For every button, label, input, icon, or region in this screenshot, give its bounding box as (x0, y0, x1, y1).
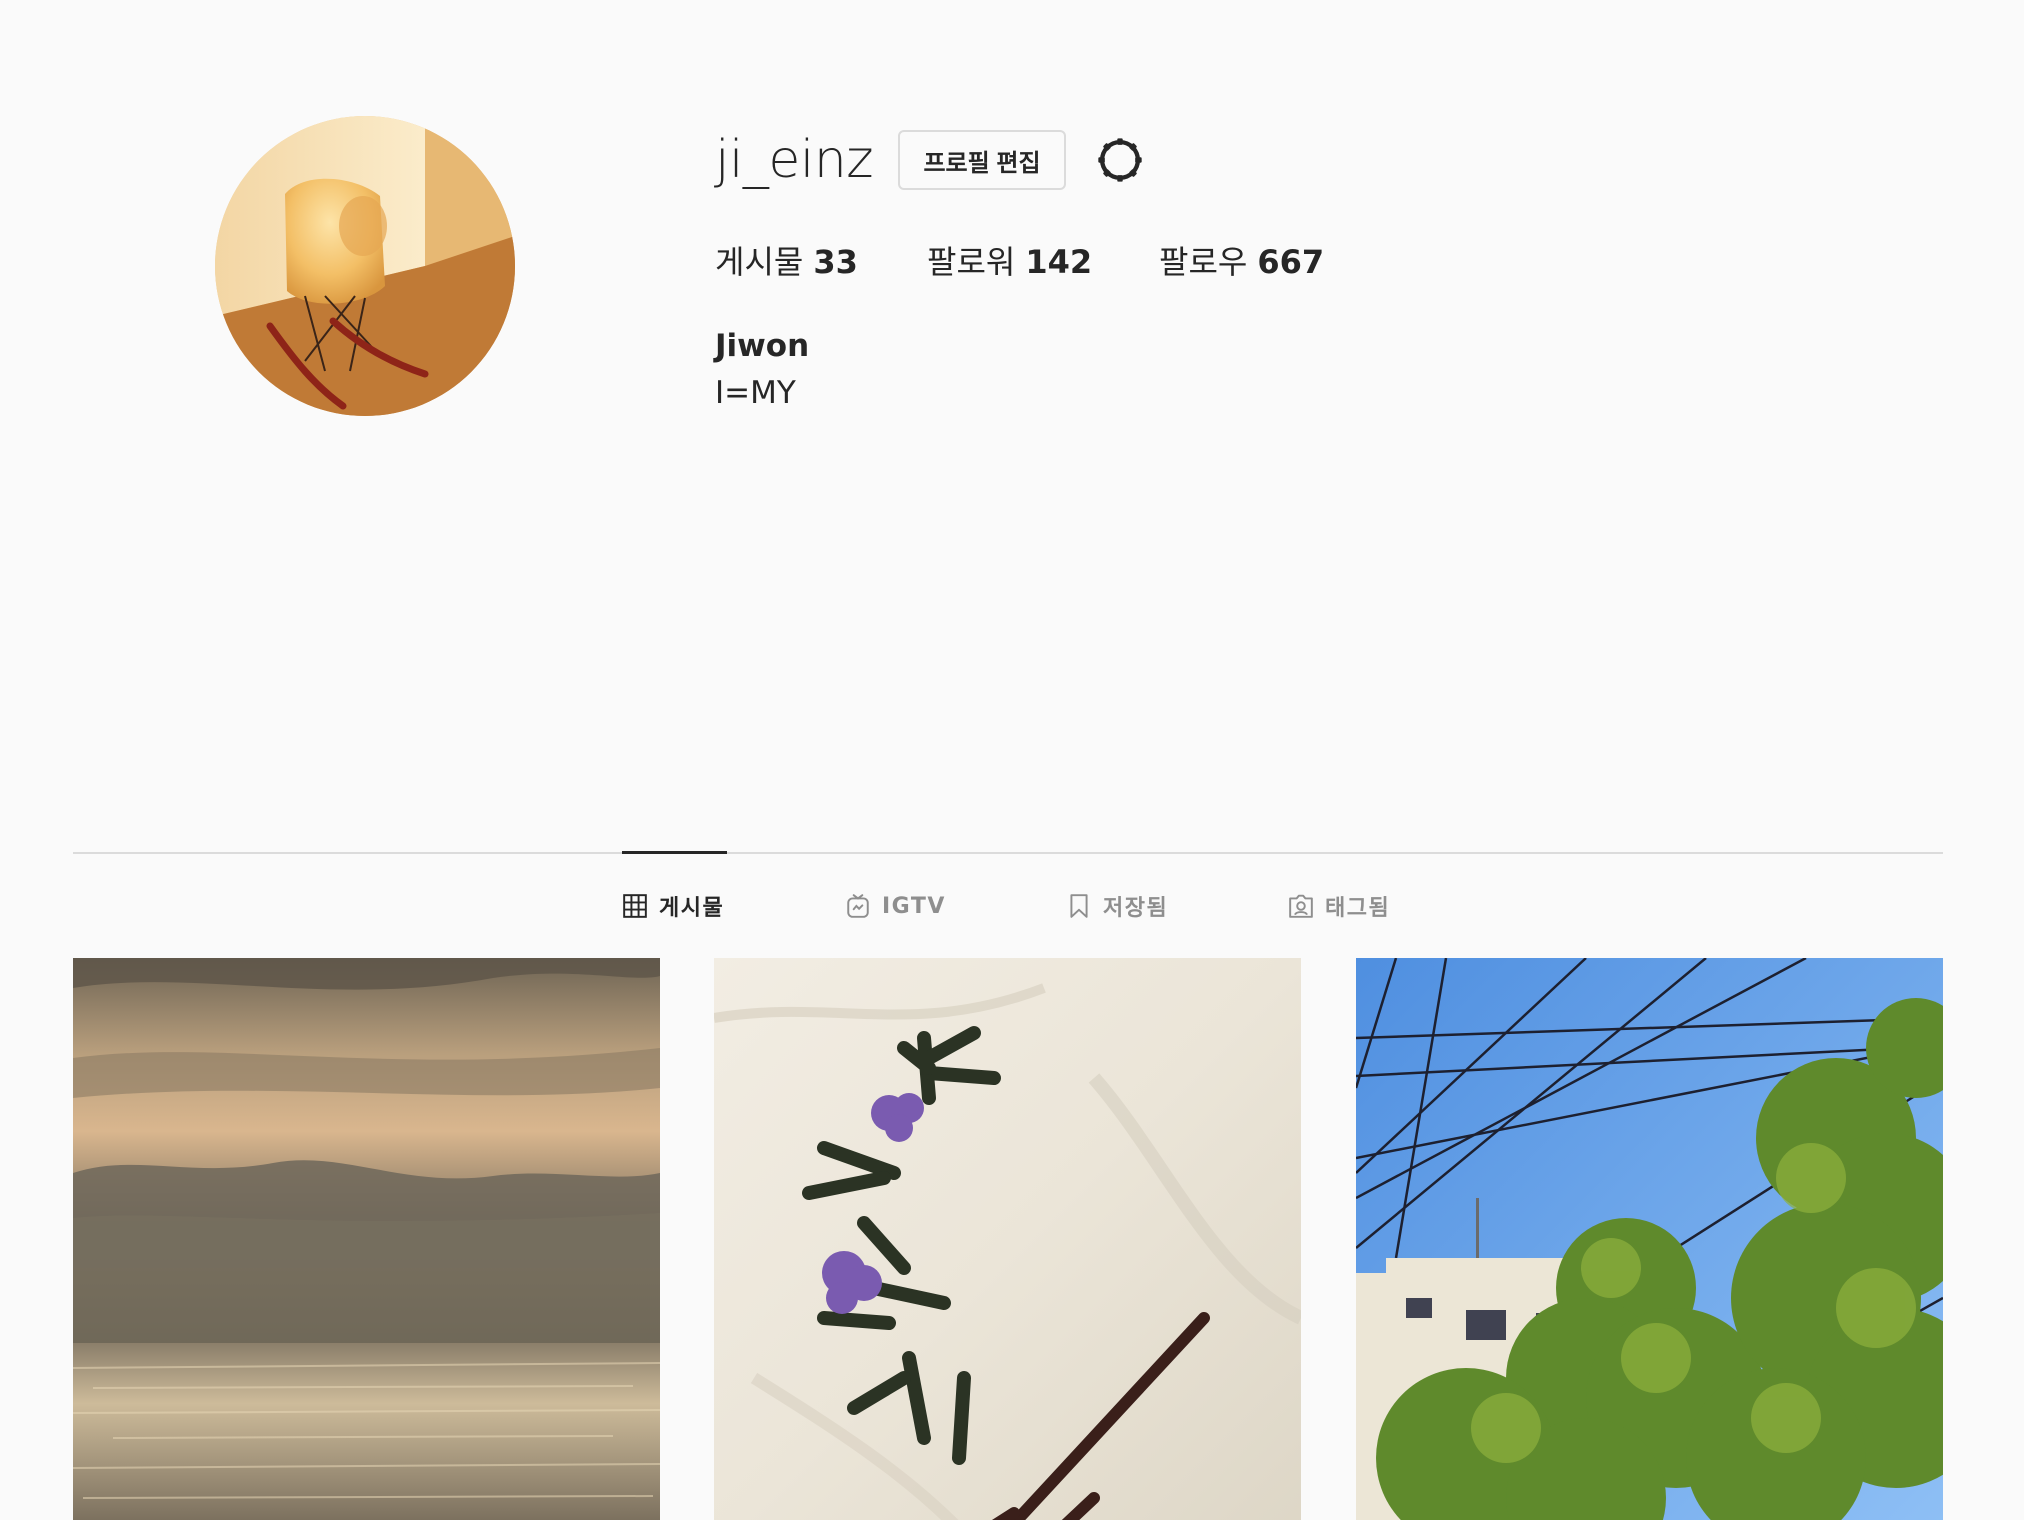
post-thumbnail[interactable] (73, 958, 660, 1520)
posts-count: 33 (813, 243, 858, 281)
settings-button[interactable] (1094, 134, 1146, 186)
followers-stat[interactable]: 팔로워 142 (927, 240, 1159, 284)
post-thumbnail[interactable] (714, 958, 1301, 1520)
igtv-icon (847, 894, 869, 918)
sea-sunset-photo (73, 958, 660, 1520)
profile-stats: 게시물 33 팔로워 142 팔로우 667 (715, 240, 1324, 284)
post-thumbnail[interactable] (1356, 958, 1943, 1520)
profile-tabs: 게시물 IGTV 저장됨 태그됨 (0, 884, 2024, 928)
followers-label: 팔로워 (927, 243, 1016, 281)
grid-icon (623, 894, 647, 918)
bookmark-icon (1070, 894, 1088, 918)
tab-posts-label: 게시물 (659, 896, 725, 921)
tabs-divider (73, 852, 1943, 854)
rocking-chair-photo (215, 116, 515, 416)
profile-full-name: Jiwon (715, 328, 810, 364)
tab-saved-label: 저장됨 (1103, 896, 1169, 921)
following-label: 팔로우 (1159, 243, 1248, 281)
edit-profile-button[interactable]: 프로필 편집 (898, 130, 1066, 190)
posts-stat: 게시물 33 (715, 240, 927, 284)
tagged-icon (1289, 894, 1313, 918)
tab-saved[interactable]: 저장됨 (1066, 884, 1168, 928)
profile-avatar[interactable] (215, 116, 515, 416)
following-count: 667 (1257, 243, 1325, 281)
tab-igtv-label: IGTV (882, 893, 946, 919)
active-tab-indicator (622, 851, 727, 854)
tab-posts[interactable]: 게시물 (622, 884, 724, 928)
following-stat[interactable]: 팔로우 667 (1159, 240, 1324, 284)
profile-bio: I=MY (715, 375, 796, 411)
trees-power-lines-photo (1356, 958, 1943, 1520)
gear-icon (1098, 138, 1142, 182)
tab-tagged-label: 태그됨 (1325, 896, 1391, 921)
embroidered-sweater-photo (714, 958, 1301, 1520)
profile-page: ji_einz 프로필 편집 게시물 33 팔로워 142 팔로우 667 Ji… (0, 0, 2024, 1520)
tab-tagged[interactable]: 태그됨 (1288, 884, 1390, 928)
tab-igtv[interactable]: IGTV (845, 884, 946, 928)
followers-count: 142 (1025, 243, 1093, 281)
posts-label: 게시물 (715, 243, 804, 281)
profile-username: ji_einz (715, 130, 874, 190)
